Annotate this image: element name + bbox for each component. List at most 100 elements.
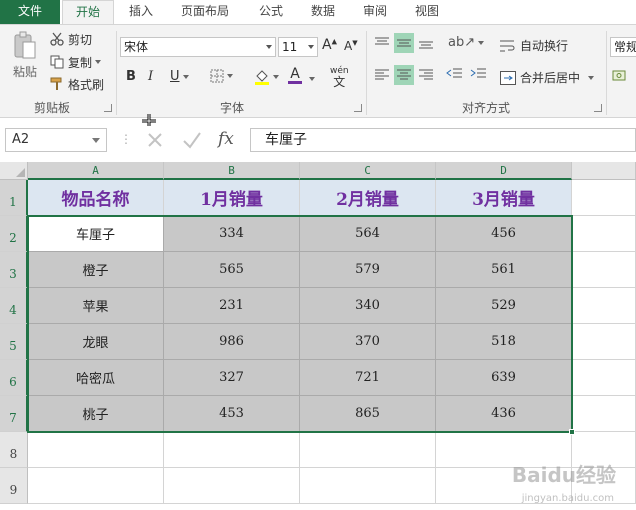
cell-e3[interactable] — [572, 252, 636, 288]
cell-d6[interactable]: 639 — [436, 360, 572, 396]
formula-input[interactable]: 车厘子 — [250, 128, 636, 152]
phonetic-button[interactable]: wén 文 — [330, 67, 349, 89]
align-right-button[interactable] — [416, 65, 436, 85]
header-cell-b1[interactable]: 1月销量 — [164, 180, 300, 216]
row-header-1[interactable]: 1 — [0, 180, 28, 216]
row-header-6[interactable]: 6 — [0, 360, 28, 396]
cell-e1[interactable] — [572, 180, 636, 216]
enter-check-icon[interactable] — [182, 131, 202, 149]
insert-function-button[interactable]: fx — [218, 129, 234, 149]
fill-handle[interactable] — [569, 429, 575, 435]
header-cell-a1[interactable]: 物品名称 — [28, 180, 164, 216]
align-center-button[interactable] — [394, 65, 414, 85]
tab-file[interactable]: 文件 — [0, 0, 60, 24]
cell-a5[interactable]: 龙眼 — [28, 324, 164, 360]
tab-page-layout[interactable]: 页面布局 — [172, 0, 238, 24]
cell-d4[interactable]: 529 — [436, 288, 572, 324]
cell-d5[interactable]: 518 — [436, 324, 572, 360]
cell-a9[interactable] — [28, 468, 164, 504]
font-size-combo[interactable]: 11 — [278, 37, 318, 57]
header-cell-d1[interactable]: 3月销量 — [436, 180, 572, 216]
cell-c7[interactable]: 865 — [300, 396, 436, 432]
cell-a4[interactable]: 苹果 — [28, 288, 164, 324]
cell-e7[interactable] — [572, 396, 636, 432]
align-top-button[interactable] — [372, 33, 392, 53]
column-header-a[interactable]: A — [28, 162, 164, 180]
cell-a6[interactable]: 哈密瓜 — [28, 360, 164, 396]
cell-d2[interactable]: 456 — [436, 216, 572, 252]
increase-font-button[interactable]: A▲ — [322, 37, 337, 53]
bold-button[interactable]: B — [126, 69, 136, 84]
cell-d7[interactable]: 436 — [436, 396, 572, 432]
header-cell-c1[interactable]: 2月销量 — [300, 180, 436, 216]
format-painter-button[interactable]: 格式刷 — [50, 76, 104, 92]
align-bottom-button[interactable] — [416, 33, 436, 53]
cell-b5[interactable]: 986 — [164, 324, 300, 360]
row-header-8[interactable]: 8 — [0, 432, 28, 468]
cell-a7[interactable]: 桃子 — [28, 396, 164, 432]
cell-c2[interactable]: 564 — [300, 216, 436, 252]
row-header-9[interactable]: 9 — [0, 468, 28, 504]
cell-c3[interactable]: 579 — [300, 252, 436, 288]
row-header-4[interactable]: 4 — [0, 288, 28, 324]
cell-b7[interactable]: 453 — [164, 396, 300, 432]
cell-b4[interactable]: 231 — [164, 288, 300, 324]
tab-insert[interactable]: 插入 — [118, 0, 164, 24]
cell-a3[interactable]: 橙子 — [28, 252, 164, 288]
copy-button[interactable]: 复制 — [50, 54, 102, 70]
cell-b8[interactable] — [164, 432, 300, 468]
tab-formulas[interactable]: 公式 — [250, 0, 292, 24]
underline-button[interactable]: U — [170, 69, 189, 84]
row-header-2[interactable]: 2 — [0, 216, 28, 252]
increase-indent-button[interactable] — [470, 67, 486, 79]
tab-view[interactable]: 视图 — [406, 0, 448, 24]
cell-c8[interactable] — [300, 432, 436, 468]
font-color-button[interactable]: A — [288, 67, 302, 84]
orientation-button[interactable]: ab↗ — [448, 35, 485, 50]
align-left-button[interactable] — [372, 65, 392, 85]
cell-c4[interactable]: 340 — [300, 288, 436, 324]
worksheet-grid[interactable]: A B C D 1 2 3 4 5 6 7 8 9 物品名称 1月销量 2月销量 3月销量 车厘子 334 564 45… — [0, 162, 636, 510]
column-header-b[interactable]: B — [164, 162, 300, 180]
paste-button[interactable]: 粘贴 — [8, 31, 42, 87]
column-header-e[interactable] — [572, 162, 636, 180]
fill-color-button[interactable] — [254, 69, 279, 85]
row-header-7[interactable]: 7 — [0, 396, 28, 432]
align-middle-button[interactable] — [394, 33, 414, 53]
cell-b3[interactable]: 565 — [164, 252, 300, 288]
cell-c6[interactable]: 721 — [300, 360, 436, 396]
cell-e5[interactable] — [572, 324, 636, 360]
cell-e2[interactable] — [572, 216, 636, 252]
merge-center-button[interactable]: 合并后居中 — [500, 69, 595, 86]
italic-button[interactable]: I — [148, 69, 153, 84]
row-header-5[interactable]: 5 — [0, 324, 28, 360]
cancel-icon[interactable] — [146, 131, 164, 149]
name-box[interactable]: A2 — [5, 128, 107, 152]
decrease-indent-button[interactable] — [446, 67, 462, 79]
font-launcher-icon[interactable] — [354, 104, 362, 112]
number-format-combo[interactable]: 常规 — [610, 37, 636, 57]
decrease-font-button[interactable]: A▼ — [344, 39, 358, 53]
cut-button[interactable]: 剪切 — [50, 31, 92, 47]
cell-b6[interactable]: 327 — [164, 360, 300, 396]
cell-a2[interactable]: 车厘子 — [28, 216, 164, 252]
column-header-d[interactable]: D — [436, 162, 572, 180]
accounting-format-button[interactable] — [612, 69, 628, 83]
row-header-3[interactable]: 3 — [0, 252, 28, 288]
cell-d3[interactable]: 561 — [436, 252, 572, 288]
clipboard-launcher-icon[interactable] — [104, 104, 112, 112]
cell-e4[interactable] — [572, 288, 636, 324]
font-name-combo[interactable]: 宋体 — [120, 37, 276, 57]
cell-c9[interactable] — [300, 468, 436, 504]
cell-b2[interactable]: 334 — [164, 216, 300, 252]
borders-button[interactable] — [210, 69, 233, 83]
cell-a8[interactable] — [28, 432, 164, 468]
select-all-button[interactable] — [0, 162, 28, 180]
column-header-c[interactable]: C — [300, 162, 436, 180]
cell-b9[interactable] — [164, 468, 300, 504]
tab-review[interactable]: 审阅 — [354, 0, 396, 24]
cell-e6[interactable] — [572, 360, 636, 396]
cell-c5[interactable]: 370 — [300, 324, 436, 360]
wrap-text-button[interactable]: 自动换行 — [500, 37, 568, 54]
tab-data[interactable]: 数据 — [302, 0, 344, 24]
